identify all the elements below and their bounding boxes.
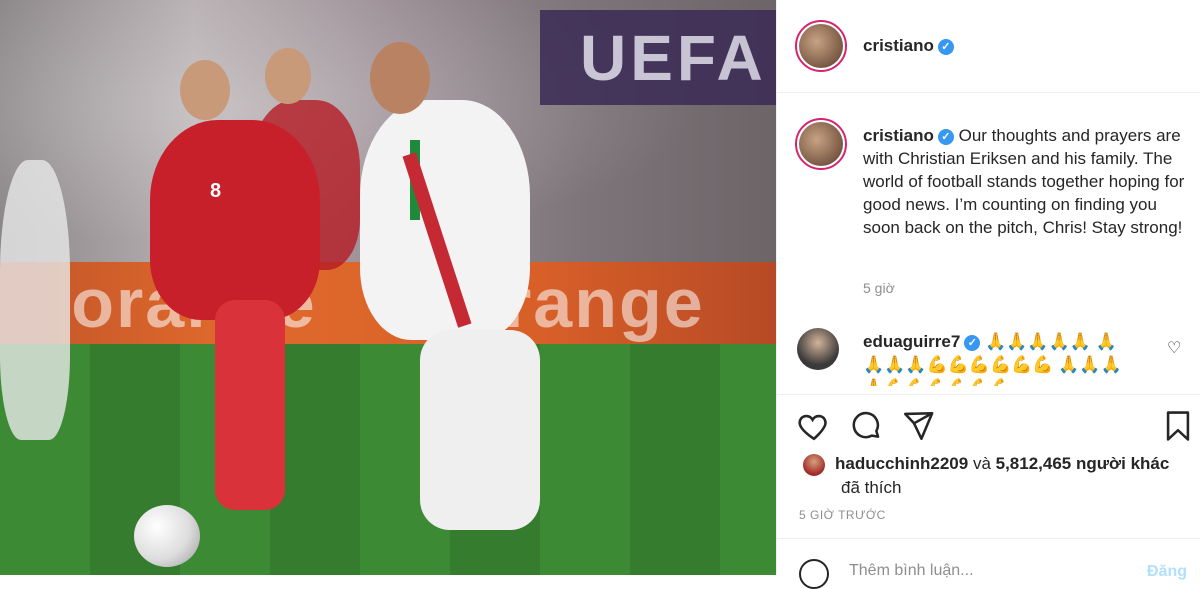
player-red-legs [215,300,285,510]
post-photo[interactable]: UEFA orange orange 8 [0,0,776,575]
comment-text: eduaguirre7✓ 🙏🙏🙏🙏🙏 🙏🙏🙏🙏💪💪💪💪💪💪 🙏🙏🙏🙏💪💪💪💪💪💪 [863,330,1133,386]
caption-avatar[interactable] [795,118,847,170]
caption-time: 5 giờ [863,280,895,296]
action-bar [777,394,1200,455]
red-stripe [402,152,472,328]
liker-username[interactable]: haducchinh2209 [835,454,968,473]
bookmark-icon[interactable] [1161,409,1195,443]
author-username[interactable]: cristiano ✓ [863,36,954,56]
likes-joiner: và [968,454,996,473]
heart-icon[interactable] [797,409,831,443]
caption-text: cristiano ✓ Our thoughts and prayers are … [863,124,1185,239]
player-head [180,60,230,120]
caption-username[interactable]: cristiano [863,126,934,145]
football [134,505,200,567]
post-comment-button[interactable]: Đăng [1147,563,1187,581]
paper-plane-icon[interactable] [901,409,935,443]
player-white-legs [420,330,540,530]
uefa-board: UEFA [540,10,776,105]
verified-badge-icon: ✓ [937,128,954,145]
author-avatar[interactable] [795,20,847,72]
likes-suffix: đã thích [841,478,902,497]
posted-time[interactable]: 5 GIỜ TRƯỚC [799,508,886,522]
player-head [370,42,430,114]
emoji-icon[interactable] [799,559,829,589]
commenter-username[interactable]: eduaguirre7 [863,332,960,351]
add-comment-bar: Đăng [777,538,1200,589]
player-red-8: 8 [150,120,320,320]
comment-bubble-icon[interactable] [849,409,883,443]
comment-like-heart-icon[interactable]: ♡ [1167,338,1181,358]
commenter-avatar[interactable] [797,328,839,370]
player-head [265,48,311,104]
likes-count[interactable]: 5,812,465 người khác [996,454,1170,473]
player-left [0,160,70,440]
jersey-number: 8 [210,180,222,202]
likes-summary: haducchinh2209 và 5,812,465 người khác đ… [803,452,1193,500]
post-header: cristiano ✓ [777,0,1200,93]
verified-badge-icon: ✓ [937,38,954,55]
player-white-7 [360,100,530,340]
pitch [0,344,776,575]
liker-avatar[interactable] [803,454,825,476]
verified-badge-icon: ✓ [964,334,981,351]
comment-input[interactable] [847,561,1131,581]
post-sidebar: cristiano ✓ cristiano ✓ Our thoughts and p… [776,0,1200,589]
comment-item: eduaguirre7✓ 🙏🙏🙏🙏🙏 🙏🙏🙏🙏💪💪💪💪💪💪 🙏🙏🙏🙏💪💪💪💪💪💪… [797,326,1193,386]
